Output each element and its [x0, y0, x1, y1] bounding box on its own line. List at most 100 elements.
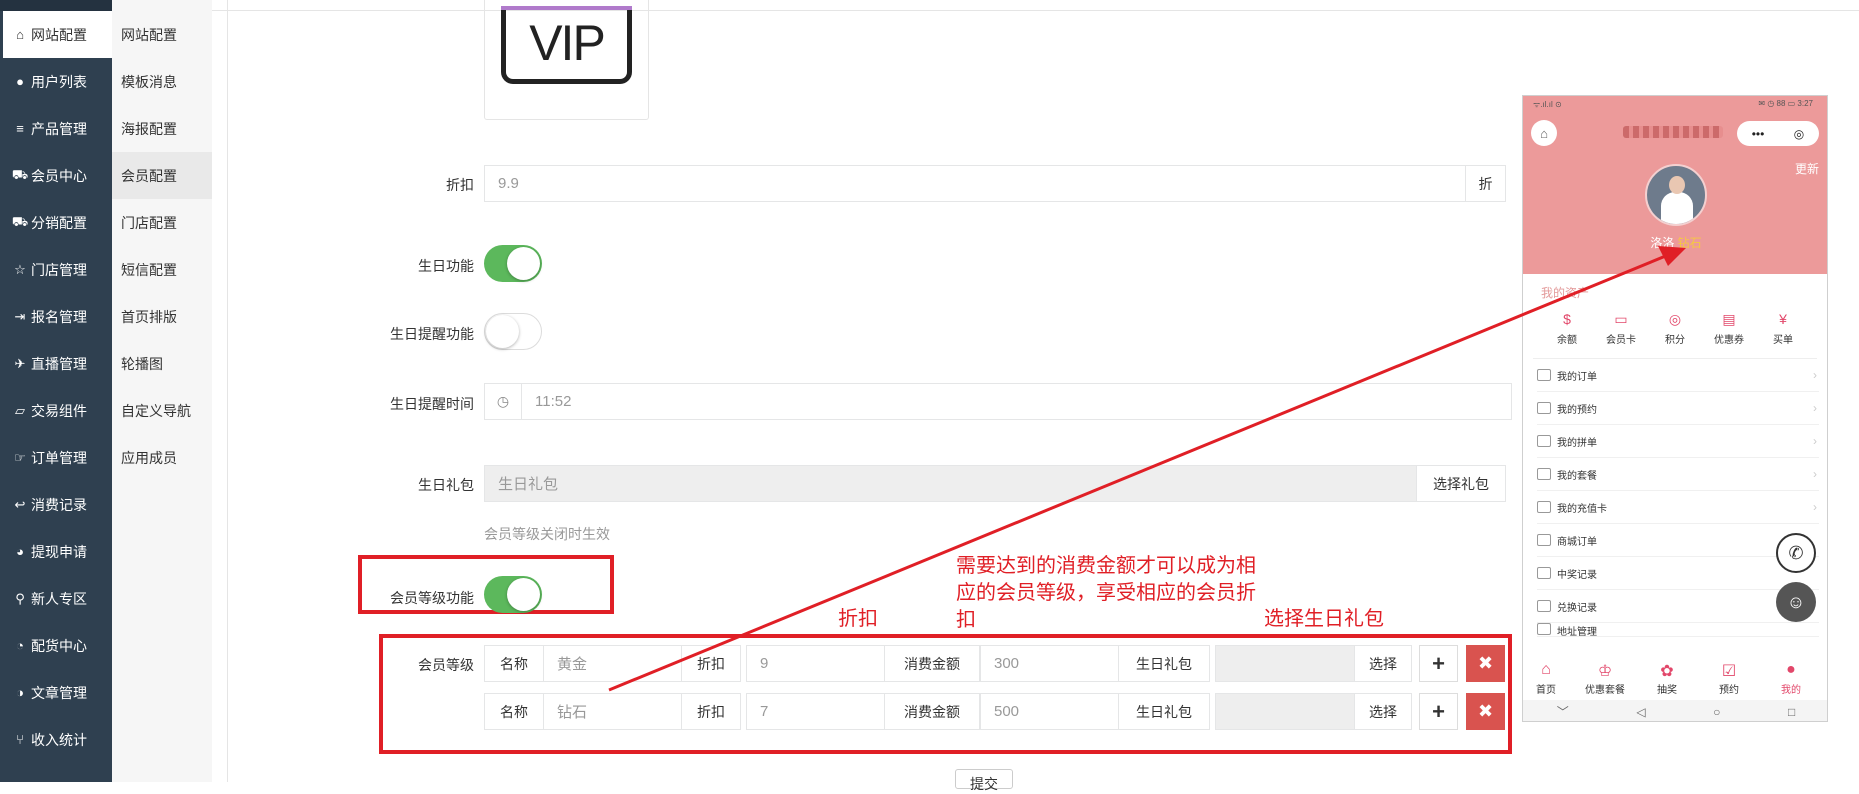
- nav-label: 提现申请: [31, 543, 87, 560]
- level-amount-input[interactable]: 500: [980, 693, 1119, 730]
- nav-item-member-center[interactable]: ⛟ 会员中心: [3, 152, 112, 199]
- asset-coupon: ▤ 优惠券: [1701, 311, 1757, 346]
- home-icon: ⌂: [1541, 661, 1551, 678]
- chevron-right-icon: ›: [1813, 368, 1817, 382]
- level-gift-input[interactable]: [1215, 645, 1355, 682]
- card-icon: ▭: [1614, 311, 1628, 327]
- level-toggle[interactable]: [484, 576, 542, 613]
- chef-hat-icon: ♔: [1597, 663, 1613, 680]
- subnav-item-site-config[interactable]: 网站配置: [112, 11, 212, 58]
- level-choose-button[interactable]: 选择: [1354, 693, 1412, 730]
- nav-item-live[interactable]: ✈ 直播管理: [3, 340, 112, 387]
- nav-label: 新人专区: [31, 590, 87, 607]
- submit-button[interactable]: 提交: [955, 769, 1013, 792]
- nav-label: 直播管理: [31, 355, 87, 372]
- user-icon: ●: [16, 74, 24, 89]
- nav-item-newcomer[interactable]: ⚲ 新人专区: [3, 575, 112, 622]
- delete-level-button[interactable]: ✖: [1466, 645, 1505, 682]
- cart-icon: ⛟: [11, 213, 29, 229]
- level-choose-button[interactable]: 选择: [1354, 645, 1412, 682]
- more-icon: •••: [1751, 126, 1765, 141]
- reply-icon: ↩: [14, 496, 26, 512]
- add-level-button[interactable]: +: [1419, 693, 1458, 730]
- subnav-item-custom-nav[interactable]: 自定义导航: [112, 387, 212, 434]
- choose-gift-button[interactable]: 选择礼包: [1416, 465, 1506, 502]
- subnav-item-app-members[interactable]: 应用成员: [112, 434, 212, 481]
- menu-label: 我的充值卡: [1557, 503, 1607, 515]
- vip-image-box[interactable]: VIP: [484, 0, 649, 120]
- customer-service-icon: ☺: [1776, 582, 1816, 622]
- toggle-knob: [486, 315, 519, 348]
- nav-item-consumption[interactable]: ↩ 消费记录: [3, 481, 112, 528]
- level-switch-label: 会员等级功能: [390, 590, 474, 606]
- nav-item-products[interactable]: ≡ 产品管理: [3, 105, 112, 152]
- balance-icon: $: [1563, 311, 1571, 327]
- phone-update: 更新: [1794, 162, 1819, 176]
- phone-avatar: [1645, 164, 1707, 226]
- level-discount-input[interactable]: 7: [746, 693, 885, 730]
- phone-menu-row: 我的订单 ›: [1537, 359, 1819, 392]
- yen-icon: ¥: [1779, 311, 1787, 327]
- nav-item-distribution[interactable]: ⛟ 分销配置: [3, 199, 112, 246]
- phone-title-blurred: [1623, 126, 1723, 138]
- phone-tab-mine: ● 我的: [1763, 661, 1819, 696]
- nav-item-income[interactable]: ⑂ 收入统计: [3, 716, 112, 763]
- level-name-input[interactable]: 钻石: [543, 693, 682, 730]
- eraser-icon: ▱: [15, 402, 25, 418]
- subnav-item-store-config[interactable]: 门店配置: [112, 199, 212, 246]
- pie-chart-icon: ◔: [16, 638, 24, 653]
- nav-item-registration[interactable]: ⇥ 报名管理: [3, 293, 112, 340]
- add-level-button[interactable]: +: [1419, 645, 1458, 682]
- subnav-item-sms-config[interactable]: 短信配置: [112, 246, 212, 293]
- nav-item-stores[interactable]: ☆ 门店管理: [3, 246, 112, 293]
- nav-item-site-config[interactable]: ⌂ 网站配置: [3, 11, 112, 58]
- menu-label: 我的预约: [1557, 404, 1597, 416]
- asset-label: 会员卡: [1606, 335, 1636, 346]
- phone-assets-title: 我的资产: [1541, 286, 1590, 300]
- nav-item-user-list[interactable]: ● 用户列表: [3, 58, 112, 105]
- birthday-remind-toggle[interactable]: [484, 313, 542, 350]
- avatar-body: [1661, 192, 1693, 224]
- home-circle-icon: ○: [1713, 704, 1721, 719]
- asset-pay: ¥ 买单: [1755, 311, 1811, 346]
- birthday-toggle[interactable]: [484, 245, 542, 282]
- subnav-item-home-layout[interactable]: 首页排版: [112, 293, 212, 340]
- asset-member-card: ▭ 会员卡: [1593, 311, 1649, 346]
- nav-item-trade-components[interactable]: ▱ 交易组件: [3, 387, 112, 434]
- subnav-item-carousel[interactable]: 轮播图: [112, 340, 212, 387]
- menu-label: 地址管理: [1557, 627, 1597, 637]
- nav-item-articles[interactable]: ◑ 文章管理: [3, 669, 112, 716]
- subnav-item-template-msg[interactable]: 模板消息: [112, 58, 212, 105]
- discount-input[interactable]: 9.9: [484, 165, 1466, 202]
- level-amount-input[interactable]: 300: [980, 645, 1119, 682]
- phone-call-icon: ✆: [1776, 533, 1816, 573]
- subnav-item-member-config[interactable]: 会员配置: [112, 152, 212, 199]
- tab-label: 抽奖: [1657, 685, 1677, 696]
- birthday-gift-input[interactable]: 生日礼包: [484, 465, 1417, 502]
- annotation-gift: 选择生日礼包: [1264, 608, 1384, 630]
- phone-user-level: 钻石: [1677, 236, 1702, 250]
- phone-home-icon: ⌂: [1531, 120, 1557, 146]
- target-icon: ◎: [1793, 126, 1805, 141]
- birthday-time-input[interactable]: 11:52: [521, 383, 1512, 420]
- nav-item-orders[interactable]: ☞ 订单管理: [3, 434, 112, 481]
- adjust-icon: ◑: [16, 685, 24, 700]
- delete-level-button[interactable]: ✖: [1466, 693, 1505, 730]
- phone-preview: ᯤ.ıl.ıl ⊙ ✉ ◷ 88 ▭ 3:27 ⌂ ••• ◎ 更新 洛洛 钻石 …: [1522, 95, 1828, 722]
- phone-menu-row: 我的套餐 ›: [1537, 458, 1819, 491]
- avatar-face: [1669, 176, 1685, 194]
- subnav-item-poster[interactable]: 海报配置: [112, 105, 212, 152]
- nav-item-withdraw[interactable]: ◕ 提现申请: [3, 528, 112, 575]
- nav-item-delivery[interactable]: ◔ 配货中心: [3, 622, 112, 669]
- menu-label: 我的拼单: [1557, 437, 1597, 449]
- layers-icon: [1537, 468, 1551, 480]
- asset-balance: $ 余额: [1539, 311, 1595, 346]
- level-discount-input[interactable]: 9: [746, 645, 885, 682]
- cart-icon: ⛟: [11, 166, 29, 182]
- phone-capsule: ••• ◎: [1737, 121, 1819, 146]
- nav-label: 会员中心: [31, 167, 87, 184]
- level-gift-input[interactable]: [1215, 693, 1355, 730]
- level-name-input[interactable]: 黄金: [543, 645, 682, 682]
- level-hint: 会员等级关闭时生效: [484, 526, 610, 542]
- chevron-right-icon: ›: [1813, 467, 1817, 481]
